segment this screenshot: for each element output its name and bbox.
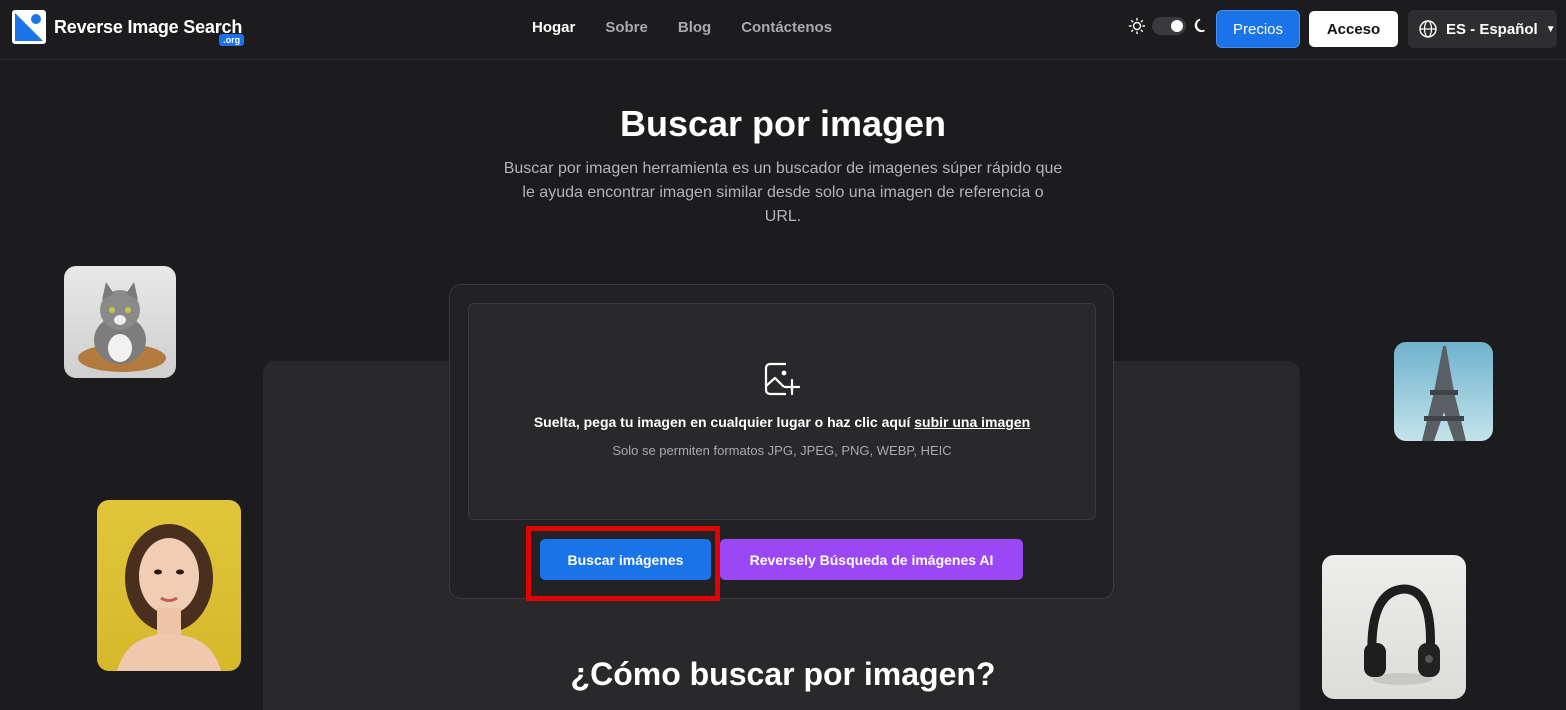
nav-contactenos[interactable]: Contáctenos [741, 19, 832, 36]
woman-portrait-photo [97, 500, 241, 671]
login-button[interactable]: Acceso [1309, 11, 1398, 47]
main-nav: Hogar Sobre Blog Contáctenos [532, 19, 862, 36]
cat-photo [64, 266, 176, 378]
logo-icon [12, 10, 46, 44]
chevron-down-icon: ▼ [1545, 23, 1556, 35]
allowed-formats-text: Solo se permiten formatos JPG, JPEG, PNG… [612, 443, 952, 458]
image-dropzone[interactable]: Suelta, pega tu imagen en cualquier luga… [468, 303, 1096, 520]
language-selector[interactable]: ES - Español ▼ [1408, 10, 1557, 48]
nav-blog[interactable]: Blog [678, 19, 711, 36]
sun-icon [1128, 17, 1146, 35]
logo-text: Reverse Image Search [54, 16, 243, 37]
nav-sobre[interactable]: Sobre [605, 19, 648, 36]
nav-hogar[interactable]: Hogar [532, 19, 575, 36]
theme-switch-knob [1171, 20, 1183, 32]
upload-image-link[interactable]: subir una imagen [914, 414, 1030, 430]
eiffel-tower-photo [1394, 342, 1493, 441]
theme-toggle[interactable] [1128, 17, 1210, 35]
theme-switch[interactable] [1152, 17, 1186, 35]
search-images-button[interactable]: Buscar imágenes [540, 539, 711, 580]
how-to-heading: ¿Cómo buscar por imagen? [570, 656, 996, 692]
moon-icon [1194, 18, 1205, 33]
page-title: Buscar por imagen [619, 103, 947, 144]
language-label: ES - Español [1446, 20, 1538, 38]
page-description: Buscar por imagen herramienta es un busc… [503, 160, 1063, 225]
site-logo[interactable]: Reverse Image Search .org [12, 10, 245, 46]
dropzone-text: Suelta, pega tu imagen en cualquier luga… [533, 414, 911, 430]
upload-card: Suelta, pega tu imagen en cualquier luga… [449, 284, 1114, 601]
globe-icon [1419, 20, 1437, 38]
add-image-icon [764, 362, 800, 396]
ai-search-button[interactable]: Reversely Búsqueda de imágenes AI [720, 539, 1023, 580]
logo-domain-badge: .org [219, 34, 245, 46]
dropzone-instructions: Suelta, pega tu imagen en cualquier luga… [469, 414, 1095, 430]
top-header: Reverse Image Search .org Hogar Sobre Bl… [0, 0, 1566, 60]
pricing-button[interactable]: Precios [1216, 10, 1300, 48]
